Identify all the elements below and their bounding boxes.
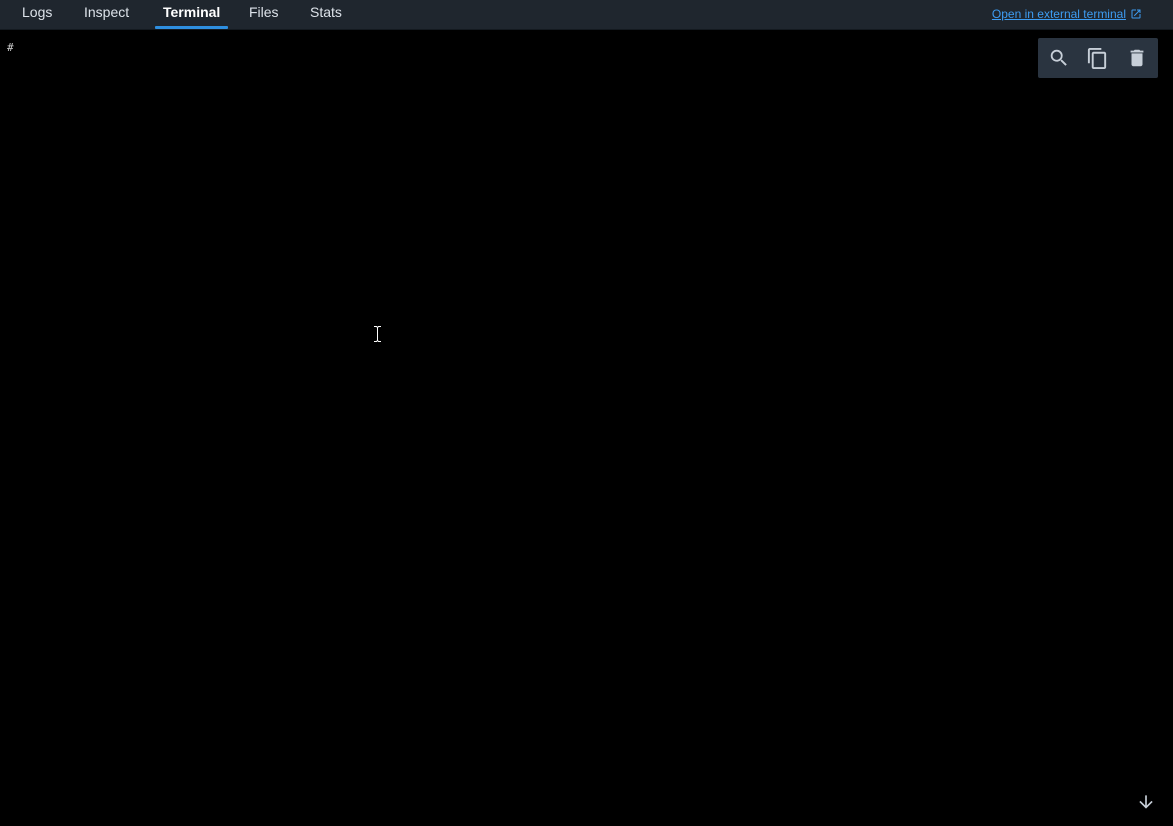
- tab-terminal-label: Terminal: [163, 4, 221, 20]
- terminal-prompt: #: [7, 41, 14, 54]
- tab-logs-label: Logs: [22, 4, 53, 20]
- tab-stats[interactable]: Stats: [310, 0, 342, 30]
- tab-files-label: Files: [249, 4, 279, 20]
- arrow-down-icon: [1139, 795, 1153, 809]
- terminal-area[interactable]: #: [0, 30, 1173, 826]
- open-external-terminal-label: Open in external terminal: [991, 7, 1126, 21]
- active-tab-indicator: [155, 26, 229, 29]
- terminal-toolbar: [1038, 38, 1158, 78]
- trash-icon: [1130, 49, 1144, 67]
- tab-stats-label: Stats: [310, 4, 342, 20]
- container-detail-view: Logs Inspect Terminal Files Stats Open i…: [0, 0, 1173, 826]
- tab-logs[interactable]: Logs: [22, 0, 52, 30]
- copy-button[interactable]: [1081, 41, 1115, 75]
- tab-bar: Logs Inspect Terminal Files Stats Open i…: [0, 0, 1173, 30]
- tab-terminal[interactable]: Terminal: [155, 0, 229, 30]
- clear-button[interactable]: [1120, 41, 1154, 75]
- tab-inspect-label: Inspect: [84, 4, 130, 20]
- copy-icon: [1088, 47, 1107, 69]
- tab-files[interactable]: Files: [249, 0, 279, 30]
- text-cursor-icon: [374, 326, 381, 342]
- open-external-terminal-link[interactable]: Open in external terminal: [992, 7, 1142, 21]
- external-link-icon: [1131, 9, 1141, 19]
- search-button[interactable]: [1042, 41, 1076, 75]
- scroll-to-bottom-button[interactable]: [1135, 791, 1157, 813]
- tab-inspect[interactable]: Inspect: [84, 0, 129, 30]
- search-icon: [1051, 49, 1068, 66]
